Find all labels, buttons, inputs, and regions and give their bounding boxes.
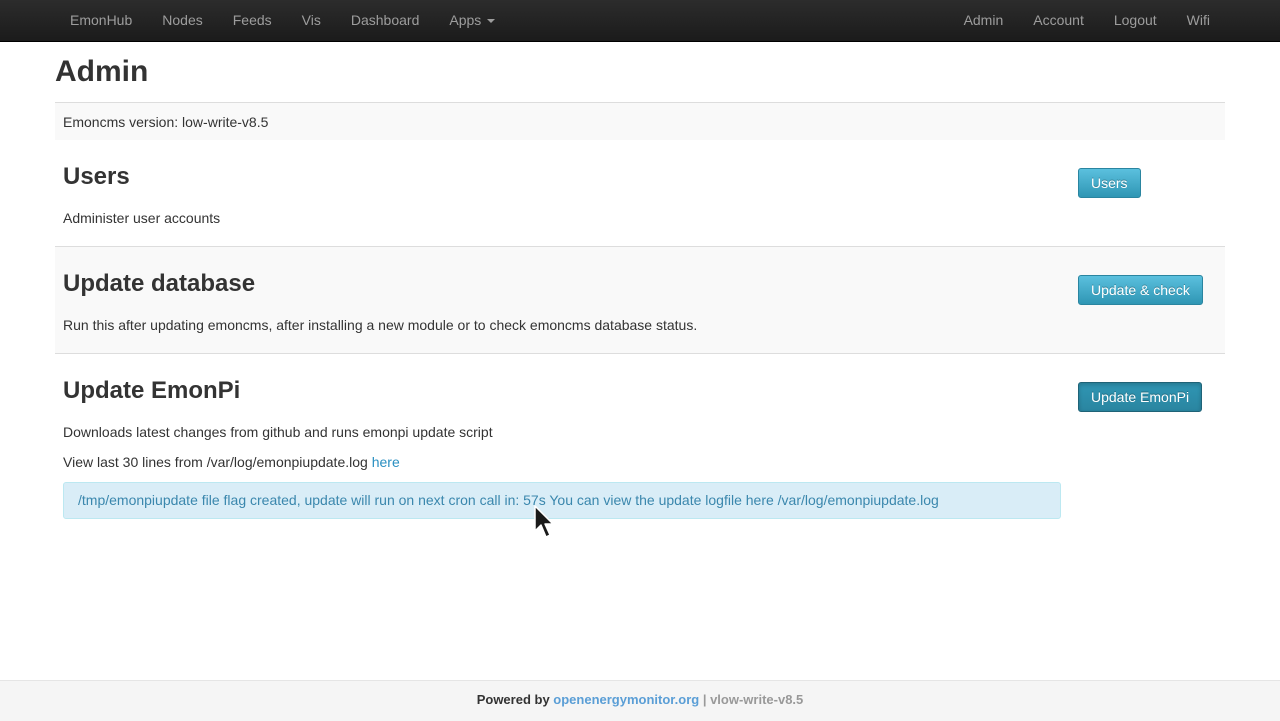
update-emonpi-description: Downloads latest changes from github and… (63, 424, 493, 440)
update-emonpi-title: Update EmonPi (63, 377, 241, 404)
nav-item-account[interactable]: Account (1018, 0, 1099, 40)
navbar-left-group: EmonHub Nodes Feeds Vis Dashboard Apps (55, 0, 510, 40)
footer-powered-by: Powered by (476, 692, 550, 707)
nav-item-nodes[interactable]: Nodes (147, 0, 217, 40)
update-emonpi-section: Update EmonPi Downloads latest changes f… (55, 354, 1225, 534)
log-view-line: View last 30 lines from /var/log/emonpiu… (63, 454, 400, 470)
caret-down-icon (487, 18, 496, 23)
nav-item-emonhub[interactable]: EmonHub (55, 0, 147, 40)
users-button[interactable]: Users (1078, 168, 1141, 198)
nav-item-apps-label: Apps (449, 12, 482, 28)
log-here-link[interactable]: here (372, 454, 400, 470)
navbar-right-group: Admin Account Logout Wifi (949, 0, 1225, 40)
nav-item-wifi[interactable]: Wifi (1172, 0, 1225, 40)
nav-item-logout[interactable]: Logout (1099, 0, 1172, 40)
nav-item-admin[interactable]: Admin (949, 0, 1019, 40)
nav-item-vis[interactable]: Vis (287, 0, 336, 40)
footer: Powered by openenergymonitor.org | vlow-… (0, 680, 1280, 721)
version-row: Emoncms version: low-write-v8.5 (55, 102, 1225, 141)
mouse-cursor-icon (534, 505, 554, 538)
top-navbar: EmonHub Nodes Feeds Vis Dashboard Apps A… (0, 0, 1280, 42)
log-view-text: View last 30 lines from /var/log/emonpiu… (63, 454, 368, 470)
nav-item-feeds[interactable]: Feeds (218, 0, 287, 40)
users-section: Users Administer user accounts Users (55, 140, 1225, 247)
update-database-title: Update database (63, 270, 256, 297)
users-title: Users (63, 163, 130, 190)
users-description: Administer user accounts (63, 210, 221, 226)
update-database-section: Update database Run this after updating … (55, 247, 1225, 354)
update-emonpi-button[interactable]: Update EmonPi (1078, 382, 1203, 412)
page-title: Admin (55, 55, 149, 88)
update-info-alert: /tmp/emonpiupdate file flag created, upd… (63, 482, 1061, 519)
footer-version: | vlow-write-v8.5 (702, 692, 804, 707)
update-database-description: Run this after updating emoncms, after i… (63, 317, 698, 333)
update-check-button[interactable]: Update & check (1078, 275, 1203, 305)
nav-item-dashboard[interactable]: Dashboard (336, 0, 435, 40)
nav-item-apps-dropdown[interactable]: Apps (434, 0, 510, 40)
version-text: Emoncms version: low-write-v8.5 (63, 114, 269, 130)
footer-openenergymonitor-link[interactable]: openenergymonitor.org (553, 692, 699, 707)
